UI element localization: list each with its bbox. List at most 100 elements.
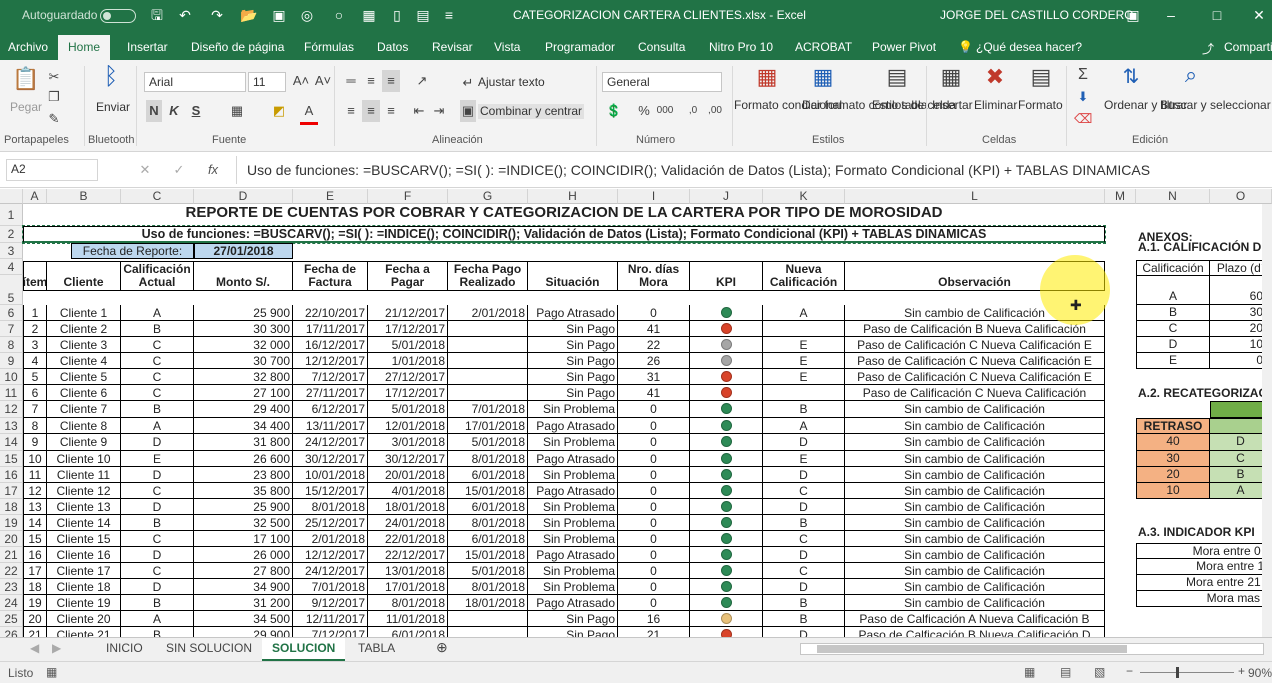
clear-icon[interactable]: ⌫ xyxy=(1074,108,1092,130)
next-sheet-icon[interactable]: ▶ xyxy=(52,641,61,655)
row-header[interactable]: 21 xyxy=(0,547,23,563)
row-header[interactable]: 11 xyxy=(0,385,23,401)
row-header[interactable]: 24 xyxy=(0,595,23,611)
minimize-icon[interactable]: – xyxy=(1162,6,1180,24)
align-right-icon[interactable]: ≡ xyxy=(382,100,400,122)
increase-indent-icon[interactable]: ⇥ xyxy=(430,100,448,122)
tab-diseno-pagina[interactable]: Diseño de página xyxy=(191,40,284,54)
column-header-g[interactable]: G xyxy=(448,189,528,204)
scrollbar-thumb[interactable] xyxy=(817,645,1127,653)
underline-icon[interactable]: S xyxy=(188,100,204,122)
tab-vista[interactable]: Vista xyxy=(494,40,520,54)
copy-icon[interactable]: ❐ xyxy=(46,86,62,108)
row-header[interactable]: 10 xyxy=(0,369,23,385)
decrease-decimal-icon[interactable]: ,00 xyxy=(706,100,724,122)
new-document-icon[interactable]: ▯ xyxy=(388,6,406,24)
align-center-icon[interactable]: ≡ xyxy=(362,100,380,122)
column-header-h[interactable]: H xyxy=(528,189,618,204)
row-header[interactable]: 8 xyxy=(0,337,23,353)
formula-input[interactable]: Uso de funciones: =BUSCARV(); =SI( ): =I… xyxy=(236,156,1266,184)
row-header[interactable]: 16 xyxy=(0,467,23,483)
font-color-icon[interactable]: A xyxy=(300,100,318,125)
column-header-d[interactable]: D xyxy=(194,189,293,204)
row-header[interactable]: 5 xyxy=(0,275,23,305)
increase-decimal-icon[interactable]: ,0 xyxy=(684,100,702,122)
camera-icon[interactable]: ◎ xyxy=(298,6,316,24)
tab-formulas[interactable]: Fórmulas xyxy=(304,40,354,54)
column-header-e[interactable]: E xyxy=(293,189,368,204)
normal-view-icon[interactable]: ▦ xyxy=(1024,665,1035,679)
column-header-i[interactable]: I xyxy=(618,189,690,204)
tab-insertar[interactable]: Insertar xyxy=(127,40,168,54)
column-header-n[interactable]: N xyxy=(1136,189,1210,204)
row-header[interactable]: 7 xyxy=(0,321,23,337)
row-header[interactable]: 9 xyxy=(0,353,23,369)
row-header[interactable]: 2 xyxy=(0,226,23,243)
grow-font-icon[interactable]: A˄ xyxy=(292,70,310,92)
wrap-text-button[interactable]: Ajustar texto xyxy=(478,75,545,90)
row-header[interactable]: 26 xyxy=(0,627,23,637)
merge-center-button[interactable]: Combinar y centrar xyxy=(478,104,585,119)
delete-cells-button[interactable]: Eliminar xyxy=(974,98,1017,113)
orientation-icon[interactable]: ↗ xyxy=(412,70,432,92)
merge-icon[interactable]: ▣ xyxy=(460,100,476,122)
tab-consulta[interactable]: Consulta xyxy=(638,40,685,54)
add-sheet-icon[interactable]: ⊕ xyxy=(436,639,448,656)
row-header[interactable]: 20 xyxy=(0,531,23,547)
save-icon[interactable]: 🖫 xyxy=(148,6,166,24)
number-format-select[interactable]: General xyxy=(602,72,722,92)
cell-styles-button[interactable]: Estilos de celda xyxy=(872,98,956,113)
insert-cells-button[interactable]: Insertar xyxy=(932,98,973,113)
shrink-font-icon[interactable]: A˅ xyxy=(314,70,332,92)
percent-icon[interactable]: % xyxy=(636,100,652,122)
paste-icon[interactable]: 📋 xyxy=(12,68,39,90)
fill-color-icon[interactable]: ◩ xyxy=(270,100,288,122)
column-header-m[interactable]: M xyxy=(1105,189,1136,204)
enter-icon[interactable]: ✓ xyxy=(170,159,188,181)
print-preview-icon[interactable]: ▤ xyxy=(414,6,432,24)
zoom-slider-thumb[interactable] xyxy=(1176,667,1179,678)
row-header[interactable]: 25 xyxy=(0,611,23,627)
tab-nitro[interactable]: Nitro Pro 10 xyxy=(709,40,773,54)
horizontal-scrollbar[interactable] xyxy=(800,643,1264,655)
align-left-icon[interactable]: ≡ xyxy=(342,100,360,122)
send-button[interactable]: Enviar xyxy=(96,100,130,115)
row-header[interactable]: 22 xyxy=(0,563,23,579)
open-folder-icon[interactable]: 📂 xyxy=(240,6,258,24)
row-header[interactable]: 17 xyxy=(0,483,23,499)
conditional-format-button[interactable]: Formato condicional xyxy=(734,98,842,113)
currency-icon[interactable]: 💲 xyxy=(604,100,624,122)
align-bottom-icon[interactable]: ≡ xyxy=(382,70,400,92)
delete-cells-icon[interactable]: ✖ xyxy=(980,66,1010,88)
zoom-out-icon[interactable]: − xyxy=(1126,664,1133,678)
conditional-format-icon[interactable]: ▦ xyxy=(752,66,782,88)
prev-sheet-icon[interactable]: ◀ xyxy=(30,641,39,655)
bluetooth-icon[interactable]: ᛒ xyxy=(98,65,124,89)
zoom-level[interactable]: 90% xyxy=(1248,666,1272,680)
format-cells-icon[interactable]: ▤ xyxy=(1026,66,1056,88)
user-name[interactable]: JORGE DEL CASTILLO CORDERO xyxy=(940,8,1134,22)
row-header[interactable]: 3 xyxy=(0,243,23,259)
fill-icon[interactable]: ⬇ xyxy=(1074,86,1092,108)
column-header-o[interactable]: O xyxy=(1210,189,1272,204)
sheet-tab-tabla[interactable]: TABLA xyxy=(358,641,395,655)
name-box[interactable]: A2 xyxy=(6,159,98,181)
cell-styles-icon[interactable]: ▤ xyxy=(882,66,912,88)
zoom-in-icon[interactable]: + xyxy=(1238,664,1245,678)
row-header[interactable]: 15 xyxy=(0,451,23,467)
column-header-a[interactable]: A xyxy=(23,189,47,204)
tab-power-pivot[interactable]: Power Pivot xyxy=(872,40,936,54)
tab-programador[interactable]: Programador xyxy=(545,40,615,54)
insert-cells-icon[interactable]: ▦ xyxy=(936,66,966,88)
row-header[interactable]: 4 xyxy=(0,259,23,275)
tab-home[interactable]: Home xyxy=(58,35,111,60)
row-header[interactable]: 23 xyxy=(0,579,23,595)
column-header-j[interactable]: J xyxy=(690,189,763,204)
column-header-l[interactable]: L xyxy=(845,189,1105,204)
thousands-icon[interactable]: 000 xyxy=(654,100,676,122)
tab-datos[interactable]: Datos xyxy=(377,40,408,54)
row-header[interactable]: 14 xyxy=(0,434,23,451)
autosave-toggle[interactable] xyxy=(100,9,136,23)
font-size-select[interactable]: 11 xyxy=(248,72,286,92)
tab-acrobat[interactable]: ACROBAT xyxy=(795,40,852,54)
